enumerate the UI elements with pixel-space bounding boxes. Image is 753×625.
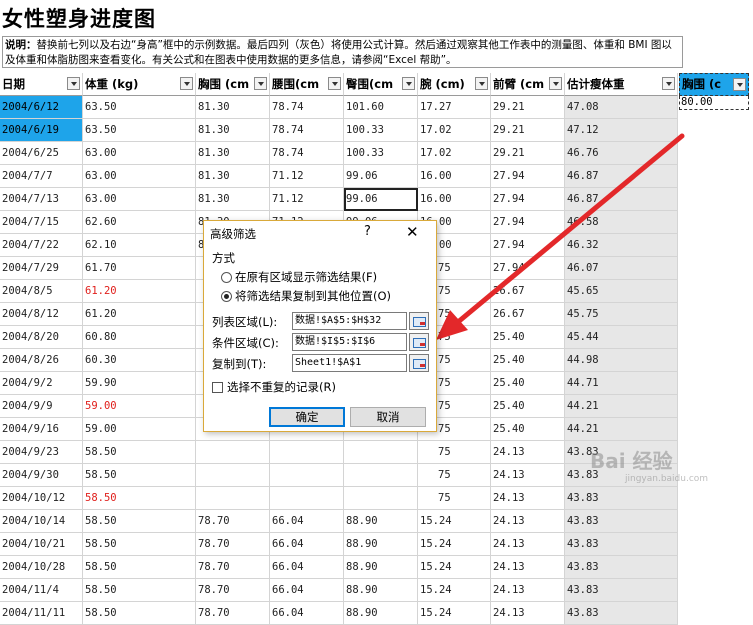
table-cell[interactable]: 88.90	[344, 556, 418, 579]
table-cell[interactable]: 66.04	[270, 602, 344, 625]
range-picker-icon[interactable]	[409, 333, 429, 351]
table-cell[interactable]: 15.24	[418, 579, 491, 602]
copy-to-input[interactable]: Sheet1!$A$1	[292, 354, 407, 372]
radio-icon[interactable]	[221, 271, 232, 283]
table-cell[interactable]: 88.90	[344, 579, 418, 602]
watermark-url: jingyan.baidu.com	[625, 474, 709, 484]
dialog-title: 高级筛选	[210, 227, 256, 241]
table-cell[interactable]: 58.50	[83, 556, 196, 579]
table-cell[interactable]: 78.70	[196, 556, 270, 579]
radio-copy-to-location[interactable]: 将筛选结果复制到其他位置(O)	[221, 288, 391, 304]
table-cell[interactable]: 78.70	[196, 579, 270, 602]
table-cell[interactable]: 66.04	[270, 579, 344, 602]
list-range-input[interactable]: 数据!$A$5:$H$32	[292, 312, 407, 330]
table-cell[interactable]: 88.90	[344, 533, 418, 556]
criteria-range-input[interactable]: 数据!$I$5:$I$6	[292, 333, 407, 351]
table-cell[interactable]: 2004/10/28	[0, 556, 83, 579]
table-cell[interactable]: 15.24	[418, 602, 491, 625]
radio-selected-icon[interactable]	[221, 290, 232, 302]
unique-records-checkbox[interactable]: 选择不重复的记录(R)	[212, 379, 336, 395]
table-cell[interactable]: 24.13	[491, 602, 565, 625]
mode-group-label: 方式	[212, 251, 235, 265]
table-cell[interactable]: 24.13	[491, 579, 565, 602]
radio-label: 将筛选结果复制到其他位置(O)	[235, 289, 392, 303]
table-cell[interactable]: 2004/10/21	[0, 533, 83, 556]
arrow-shaft	[449, 133, 685, 330]
table-cell[interactable]: 15.24	[418, 556, 491, 579]
help-icon[interactable]: ?	[364, 224, 371, 239]
copy-to-label: 复制到(T):	[212, 357, 267, 371]
table-cell[interactable]: 24.13	[491, 556, 565, 579]
radio-label: 在原有区域显示筛选结果(F)	[235, 270, 378, 284]
criteria-range-label: 条件区域(C):	[212, 336, 279, 350]
list-range-label: 列表区域(L):	[212, 315, 278, 329]
range-picker-icon[interactable]	[409, 354, 429, 372]
table-cell[interactable]: 58.50	[83, 579, 196, 602]
table-cell[interactable]: 88.90	[344, 602, 418, 625]
range-picker-icon[interactable]	[409, 312, 429, 330]
advanced-filter-dialog: 高级筛选 ? ✕ 方式 在原有区域显示筛选结果(F) 将筛选结果复制到其他位置(…	[203, 220, 437, 432]
radio-filter-in-place[interactable]: 在原有区域显示筛选结果(F)	[221, 269, 377, 285]
table-cell[interactable]: 66.04	[270, 533, 344, 556]
table-cell[interactable]: 2004/11/4	[0, 579, 83, 602]
table-cell[interactable]: 78.70	[196, 533, 270, 556]
watermark-logo: Bai 经验	[590, 449, 673, 473]
ok-button[interactable]: 确定	[269, 407, 345, 427]
table-cell[interactable]: 78.70	[196, 602, 270, 625]
table-cell[interactable]: 15.24	[418, 533, 491, 556]
table-cell[interactable]: 58.50	[83, 533, 196, 556]
table-cell[interactable]: 24.13	[491, 533, 565, 556]
table-cell[interactable]: 2004/11/11	[0, 602, 83, 625]
table-cell[interactable]: 43.83	[565, 533, 678, 556]
table-cell[interactable]: 66.04	[270, 556, 344, 579]
checkbox-label: 选择不重复的记录(R)	[227, 380, 336, 394]
table-cell[interactable]: 43.83	[565, 602, 678, 625]
close-icon[interactable]: ✕	[406, 223, 419, 241]
cancel-button[interactable]: 取消	[350, 407, 426, 427]
table-cell[interactable]: 43.83	[565, 579, 678, 602]
checkbox-icon[interactable]	[212, 381, 223, 393]
table-cell[interactable]: 58.50	[83, 602, 196, 625]
table-cell[interactable]: 43.83	[565, 556, 678, 579]
